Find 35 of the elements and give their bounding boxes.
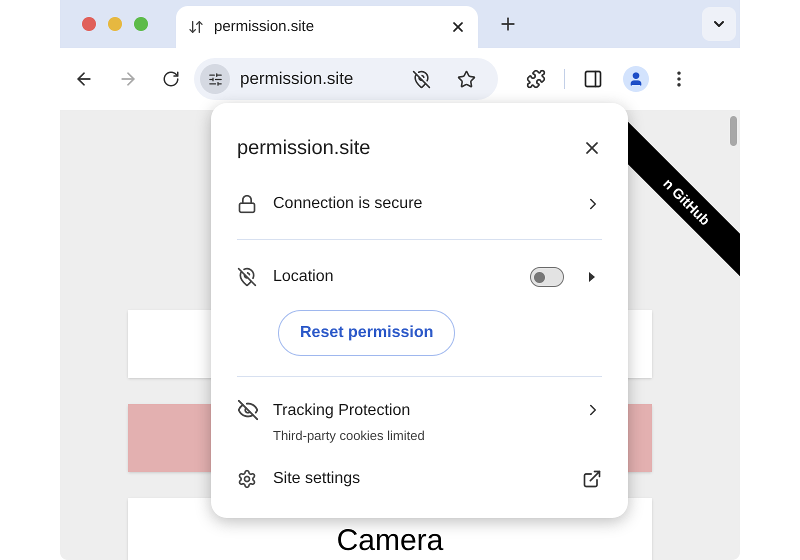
popup-title: permission.site [237, 136, 370, 161]
scrollbar-thumb[interactable] [730, 116, 737, 146]
tracking-row[interactable]: Tracking Protection Third-party cookies limited [237, 399, 602, 446]
location-toggle[interactable] [530, 267, 564, 287]
url-text: permission.site [240, 68, 354, 90]
site-info-button[interactable] [200, 64, 230, 94]
site-settings-label: Site settings [273, 468, 362, 488]
tune-icon [208, 72, 222, 86]
triangle-right-icon[interactable] [588, 272, 596, 282]
close-tab-icon[interactable] [450, 19, 466, 35]
gear-icon [237, 468, 257, 488]
tracking-detail: Third-party cookies limited [273, 427, 426, 445]
external-link-icon [582, 468, 602, 488]
bookmark-star-icon[interactable] [457, 70, 476, 88]
location-label: Location [273, 267, 334, 287]
extensions-icon[interactable] [526, 69, 546, 89]
browser-tab[interactable]: permission.site [176, 6, 478, 48]
tab-title: permission.site [214, 16, 316, 37]
site-settings-row[interactable]: Site settings [237, 464, 602, 494]
tracking-label: Tracking Protection [273, 401, 412, 421]
connection-row[interactable]: Connection is secure [237, 189, 602, 219]
reload-icon[interactable] [162, 70, 180, 88]
location-off-icon [237, 267, 257, 287]
lock-icon [237, 194, 257, 214]
address-bar[interactable]: permission.site [194, 58, 498, 100]
location-off-icon[interactable] [412, 70, 431, 88]
favicon-icon [188, 19, 204, 35]
side-panel-icon[interactable] [583, 69, 603, 89]
person-icon [628, 71, 644, 87]
reset-permission-button[interactable]: Reset permission [278, 310, 456, 356]
location-row[interactable]: Location [237, 260, 602, 294]
profile-avatar[interactable] [623, 66, 649, 92]
card-label: Camera [336, 523, 444, 559]
eye-off-icon [237, 399, 259, 421]
connection-label: Connection is secure [273, 194, 424, 214]
